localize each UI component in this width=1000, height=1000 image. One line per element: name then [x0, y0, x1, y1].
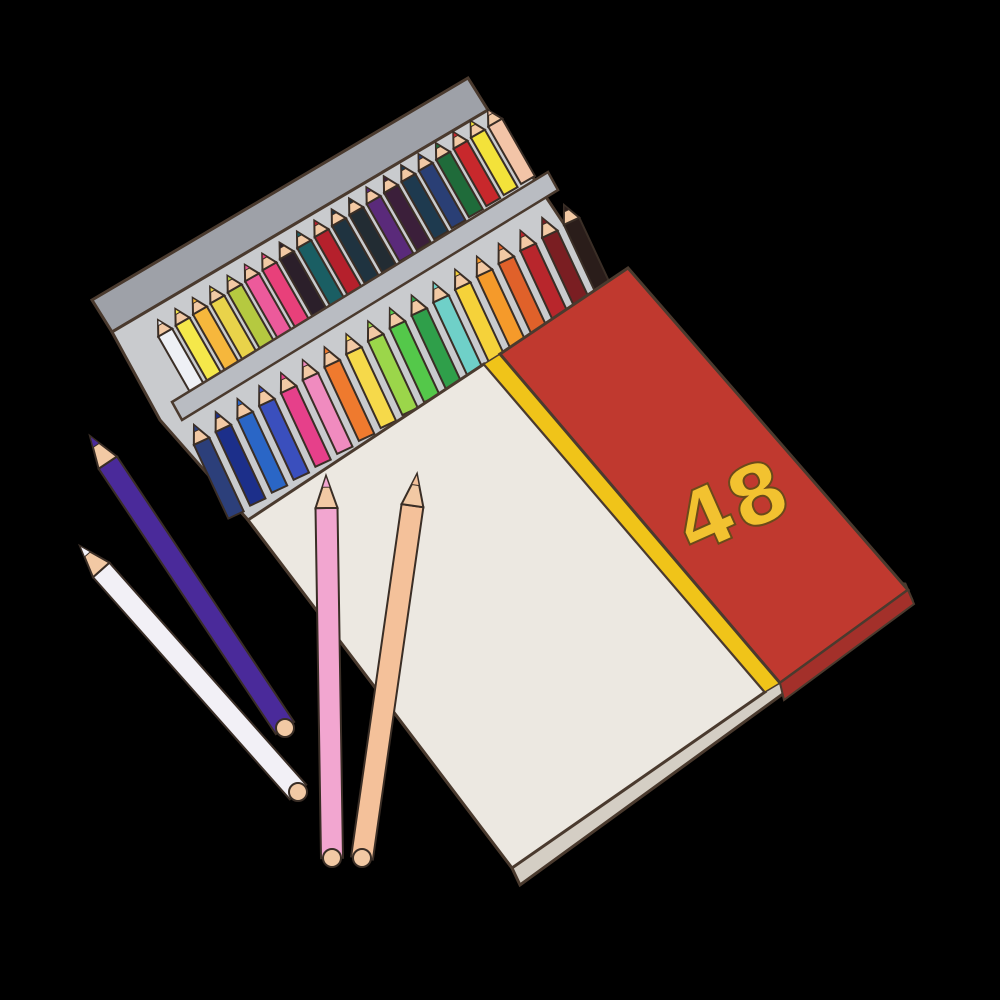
colored-pencil-box-illustration: 48	[77, 75, 916, 888]
pink-pencil	[314, 472, 345, 868]
